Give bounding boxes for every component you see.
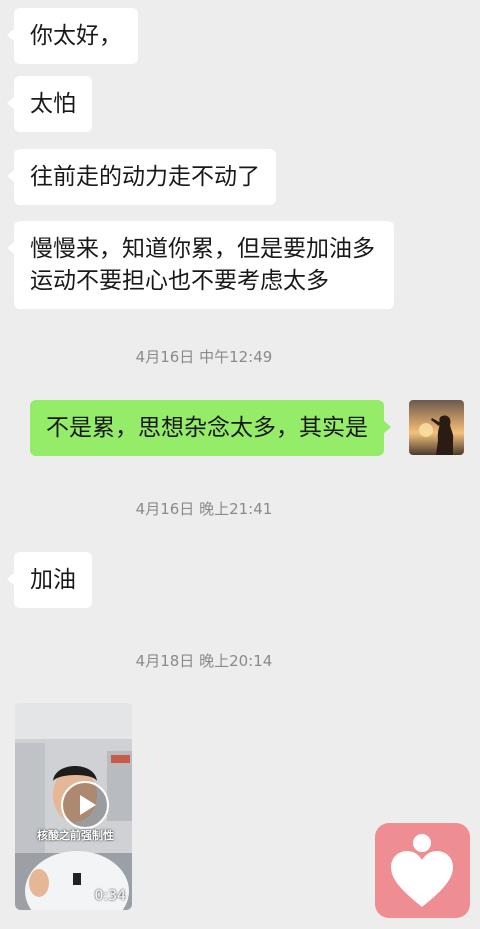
heart-button[interactable] xyxy=(375,823,470,918)
message-text: 太怕 xyxy=(30,91,76,117)
message-bubble-incoming[interactable]: 往前走的动力走不动了 xyxy=(7,149,276,205)
message-bubble-incoming[interactable]: 太怕 xyxy=(7,76,92,132)
message-bubble-incoming[interactable]: 加油 xyxy=(7,552,92,608)
timestamp: 4月18日 晚上20:14 xyxy=(135,652,273,670)
video-caption: 核酸之前强制性 xyxy=(37,829,114,842)
heart-icon xyxy=(391,834,453,907)
message-bubble-incoming[interactable]: 你太好， xyxy=(7,8,138,64)
message-text: 你太好， xyxy=(30,23,122,49)
message-text-line: 运动不要担心也不要考虑太多 xyxy=(30,268,329,294)
message-text: 往前走的动力走不动了 xyxy=(30,164,260,190)
timestamp: 4月16日 晚上21:41 xyxy=(135,500,273,518)
timestamp: 4月16日 中午12:49 xyxy=(135,348,273,366)
message-text: 不是累，思想杂念太多，其实是 xyxy=(46,415,368,441)
message-bubble-outgoing[interactable]: 不是累，思想杂念太多，其实是 xyxy=(30,400,391,456)
message-text-line: 慢慢来，知道你累，但是要加油多 xyxy=(30,236,375,262)
video-message[interactable]: 核酸之前强制性 0:34 xyxy=(15,703,132,910)
video-duration: 0:34 xyxy=(94,888,126,904)
play-icon[interactable] xyxy=(61,781,109,829)
message-text: 加油 xyxy=(30,567,76,593)
user-avatar[interactable] xyxy=(409,400,464,455)
message-bubble-incoming[interactable]: 慢慢来，知道你累，但是要加油多 运动不要担心也不要考虑太多 xyxy=(7,221,394,309)
